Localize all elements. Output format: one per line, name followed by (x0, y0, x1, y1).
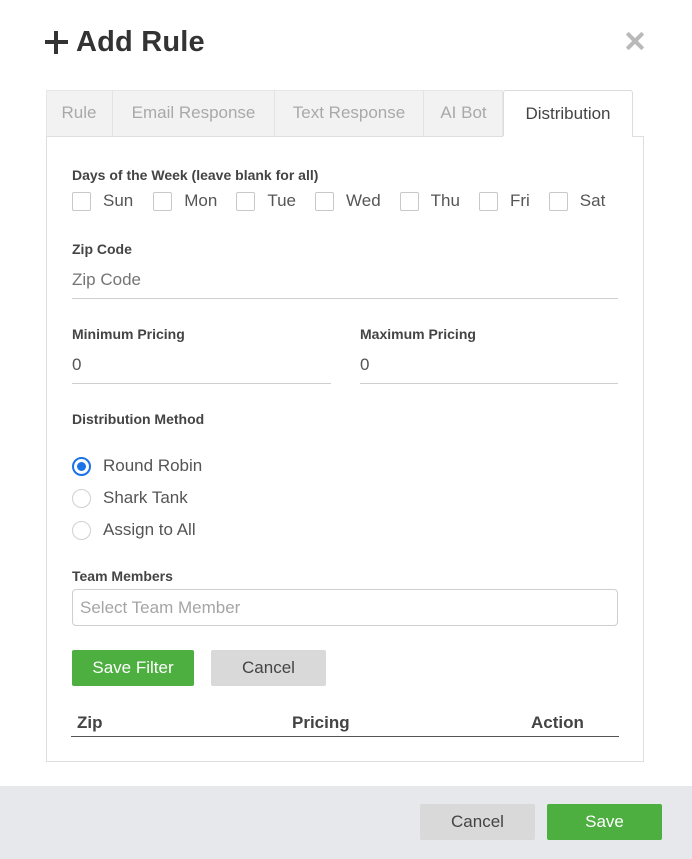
radio-button-round-robin[interactable] (72, 456, 91, 476)
save-filter-button[interactable]: Save Filter (72, 650, 194, 686)
radio-label-round-robin: Round Robin (103, 456, 203, 475)
maximum-pricing-label: Maximum Pricing (360, 326, 476, 342)
tab-text-response[interactable]: Text Response (275, 90, 424, 136)
zip-code-label: Zip Code (72, 241, 132, 257)
days-of-week-group: Sun Mon Tue Wed Thu Fri Sat (72, 190, 605, 212)
day-label-wed: Wed (346, 191, 381, 210)
radio-shark-tank[interactable]: Shark Tank (72, 488, 188, 508)
tab-bar: Rule Email Response Text Response AI Bot… (46, 90, 644, 137)
zip-code-input[interactable] (72, 270, 618, 299)
day-label-tue: Tue (267, 191, 296, 210)
day-sat[interactable]: Sat (548, 191, 606, 211)
day-label-sun: Sun (103, 191, 134, 210)
day-wed[interactable]: Wed (315, 191, 381, 211)
day-label-fri: Fri (509, 191, 530, 210)
footer-save-button[interactable]: Save (547, 804, 662, 840)
column-header-zip: Zip (77, 713, 103, 732)
checkbox-wed[interactable] (315, 191, 334, 211)
day-label-thu: Thu (430, 191, 460, 210)
checkbox-thu[interactable] (399, 191, 419, 211)
plus-icon (45, 31, 68, 54)
day-sun[interactable]: Sun (72, 191, 133, 211)
radio-round-robin[interactable]: Round Robin (72, 456, 202, 476)
column-header-action: Action (531, 713, 584, 732)
checkbox-sat[interactable] (548, 191, 568, 211)
day-mon[interactable]: Mon (153, 191, 217, 211)
checkbox-tue[interactable] (236, 191, 256, 211)
maximum-pricing-input[interactable] (360, 355, 618, 384)
tab-ai-bot[interactable]: AI Bot (424, 90, 503, 136)
panel-divider-right (632, 136, 644, 137)
tab-email-response[interactable]: Email Response (113, 90, 275, 136)
days-of-week-label: Days of the Week (leave blank for all) (72, 167, 319, 183)
footer-cancel-button[interactable]: Cancel (420, 804, 535, 840)
checkbox-fri[interactable] (478, 191, 498, 211)
radio-label-shark-tank: Shark Tank (103, 488, 188, 507)
filters-table-header: Zip Pricing Action (71, 711, 619, 737)
day-label-sat: Sat (579, 191, 606, 210)
tab-distribution[interactable]: Distribution (503, 90, 633, 137)
panel-divider (46, 136, 503, 137)
day-fri[interactable]: Fri (478, 191, 530, 211)
cancel-filter-button[interactable]: Cancel (211, 650, 326, 686)
column-header-pricing: Pricing (292, 713, 350, 732)
team-member-select-placeholder: Select Team Member (80, 598, 241, 617)
tab-rule[interactable]: Rule (46, 90, 113, 136)
close-icon[interactable] (621, 28, 649, 56)
radio-button-shark-tank[interactable] (72, 488, 91, 508)
modal-title-text: Add Rule (76, 26, 205, 58)
radio-label-assign-to-all: Assign to All (103, 520, 196, 539)
minimum-pricing-input[interactable] (72, 355, 331, 384)
modal-header: Add Rule (0, 0, 692, 90)
distribution-method-label: Distribution Method (72, 411, 205, 427)
team-members-label: Team Members (72, 568, 173, 584)
minimum-pricing-label: Minimum Pricing (72, 326, 185, 342)
day-label-mon: Mon (184, 191, 218, 210)
radio-assign-to-all[interactable]: Assign to All (72, 520, 196, 540)
day-tue[interactable]: Tue (236, 191, 296, 211)
checkbox-mon[interactable] (153, 191, 173, 211)
modal-title: Add Rule (45, 26, 205, 59)
team-member-select[interactable]: Select Team Member (72, 589, 618, 626)
radio-button-assign-to-all[interactable] (72, 520, 91, 540)
day-thu[interactable]: Thu (399, 191, 460, 211)
checkbox-sun[interactable] (72, 191, 91, 211)
